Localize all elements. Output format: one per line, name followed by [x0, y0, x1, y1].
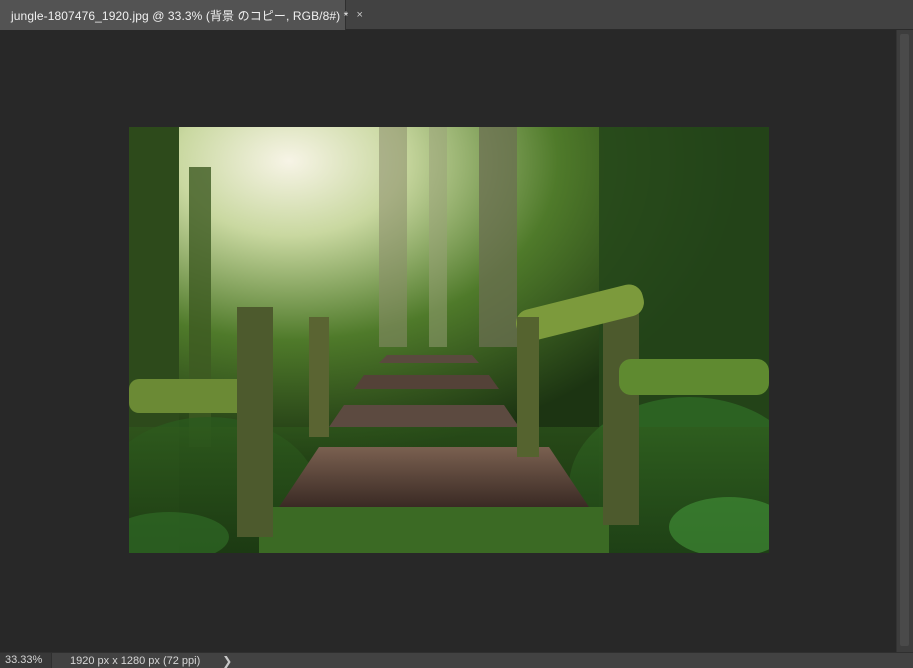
- zoom-level-field[interactable]: 33.33%: [0, 653, 52, 668]
- status-bar: 33.33% 1920 px x 1280 px (72 ppi) ❯: [0, 652, 913, 668]
- document-info: 1920 px x 1280 px (72 ppi): [70, 654, 201, 667]
- document-tab[interactable]: jungle-1807476_1920.jpg @ 33.3% (背景 のコピー…: [0, 0, 363, 30]
- document-image[interactable]: [129, 127, 769, 553]
- chevron-right-icon[interactable]: ❯: [222, 654, 232, 668]
- photoshop-document-window: jungle-1807476_1920.jpg @ 33.3% (背景 のコピー…: [0, 0, 913, 668]
- vertical-scrollbar[interactable]: [896, 30, 913, 652]
- close-icon[interactable]: ×: [356, 9, 362, 21]
- document-tab-title: jungle-1807476_1920.jpg @ 33.3% (背景 のコピー…: [11, 8, 349, 23]
- scrollbar-thumb[interactable]: [900, 34, 909, 646]
- document-tab-bar: jungle-1807476_1920.jpg @ 33.3% (背景 のコピー…: [0, 0, 913, 30]
